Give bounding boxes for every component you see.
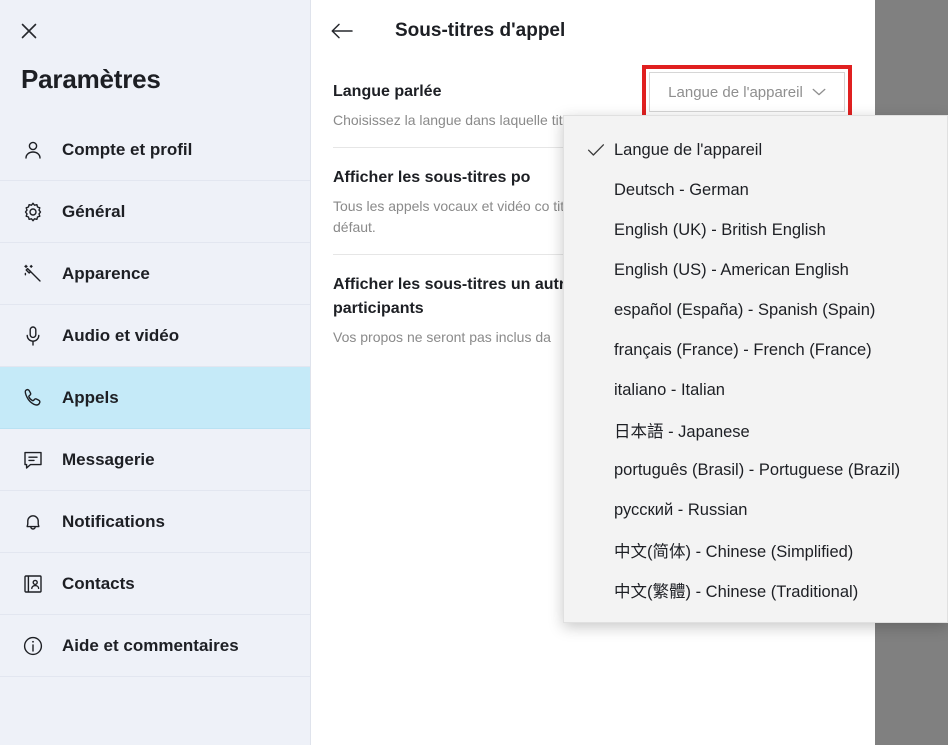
dropdown-option-label: English (US) - American English [614, 260, 849, 279]
dropdown-option[interactable]: русский - Russian [564, 490, 947, 530]
sidebar-item-apparence[interactable]: Apparence [0, 243, 310, 305]
sidebar-item-general[interactable]: Général [0, 181, 310, 243]
sidebar-item-aide-et-commentaires[interactable]: Aide et commentaires [0, 615, 310, 677]
person-icon [18, 135, 48, 165]
magic-wand-icon [18, 259, 48, 289]
sidebar-item-label: Apparence [62, 263, 150, 283]
sidebar-item-messagerie[interactable]: Messagerie [0, 429, 310, 491]
chevron-down-icon [812, 84, 826, 101]
sidebar-item-label: Audio et vidéo [62, 325, 180, 345]
panel-header: Sous-titres d'appel [311, 0, 875, 62]
language-dropdown-menu[interactable]: Langue de l'appareil Deutsch - German En… [563, 115, 948, 623]
spoken-language-value: Langue de l'appareil [668, 83, 803, 101]
dropdown-option[interactable]: français (France) - French (France) [564, 330, 947, 370]
sidebar-item-label: Contacts [62, 573, 135, 593]
sidebar-item-label: Notifications [62, 511, 165, 531]
close-icon [19, 21, 39, 41]
dropdown-option[interactable]: italiano - Italian [564, 370, 947, 410]
dropdown-option-label: español (España) - Spanish (Spain) [614, 300, 876, 319]
sidebar-item-contacts[interactable]: Contacts [0, 553, 310, 615]
settings-sidebar: Paramètres Compte et profil Général Appa… [0, 0, 311, 745]
phone-icon [18, 383, 48, 413]
dropdown-option-label: 日本語 - Japanese [614, 423, 750, 441]
dropdown-option-label: Deutsch - German [614, 180, 749, 199]
dropdown-option[interactable]: español (España) - Spanish (Spain) [564, 290, 947, 330]
dropdown-option-label: italiano - Italian [614, 380, 725, 399]
sidebar-item-appels[interactable]: Appels [0, 367, 310, 429]
microphone-icon [18, 321, 48, 351]
dropdown-option-label: 中文(简体) - Chinese (Simplified) [614, 543, 854, 561]
bell-icon [18, 507, 48, 537]
chat-icon [18, 445, 48, 475]
panel-title: Sous-titres d'appel [395, 20, 566, 41]
spoken-language-select[interactable]: Langue de l'appareil [649, 72, 845, 112]
dropdown-option[interactable]: português (Brasil) - Portuguese (Brazil) [564, 450, 947, 490]
check-icon [578, 143, 614, 157]
sidebar-item-audio-et-video[interactable]: Audio et vidéo [0, 305, 310, 367]
language-select-wrapper: Langue de l'appareil [642, 65, 852, 119]
dropdown-option[interactable]: English (US) - American English [564, 250, 947, 290]
dropdown-option[interactable]: Deutsch - German [564, 170, 947, 210]
sidebar-item-compte-et-profil[interactable]: Compte et profil [0, 119, 310, 181]
section-heading: Langue parlée [333, 83, 442, 100]
dropdown-option[interactable]: English (UK) - British English [564, 210, 947, 250]
sidebar-item-label: Compte et profil [62, 139, 193, 159]
dropdown-option-label: português (Brasil) - Portuguese (Brazil) [614, 460, 901, 479]
close-button[interactable] [14, 16, 44, 46]
info-icon [18, 631, 48, 661]
sidebar-item-label: Appels [62, 387, 119, 407]
sidebar-item-notifications[interactable]: Notifications [0, 491, 310, 553]
back-button[interactable] [325, 14, 359, 48]
dropdown-option[interactable]: 中文(繁體) - Chinese (Traditional) [564, 570, 947, 610]
dropdown-option[interactable]: 中文(简体) - Chinese (Simplified) [564, 530, 947, 570]
dropdown-option[interactable]: Langue de l'appareil [564, 130, 947, 170]
contact-card-icon [18, 569, 48, 599]
dropdown-option-label: Langue de l'appareil [614, 140, 763, 159]
page-title: Paramètres [21, 64, 161, 94]
gear-icon [18, 197, 48, 227]
sidebar-item-label: Aide et commentaires [62, 635, 239, 655]
dropdown-option[interactable]: 日本語 - Japanese [564, 410, 947, 450]
dropdown-option-label: English (UK) - British English [614, 220, 826, 239]
dropdown-option-label: français (France) - French (France) [614, 340, 872, 359]
back-arrow-icon [330, 21, 354, 41]
dropdown-option-label: русский - Russian [614, 500, 748, 519]
sidebar-nav: Compte et profil Général Apparence Audio… [0, 119, 310, 677]
dropdown-option-label: 中文(繁體) - Chinese (Traditional) [614, 583, 859, 601]
sidebar-item-label: Messagerie [62, 449, 155, 469]
sidebar-item-label: Général [62, 201, 126, 221]
